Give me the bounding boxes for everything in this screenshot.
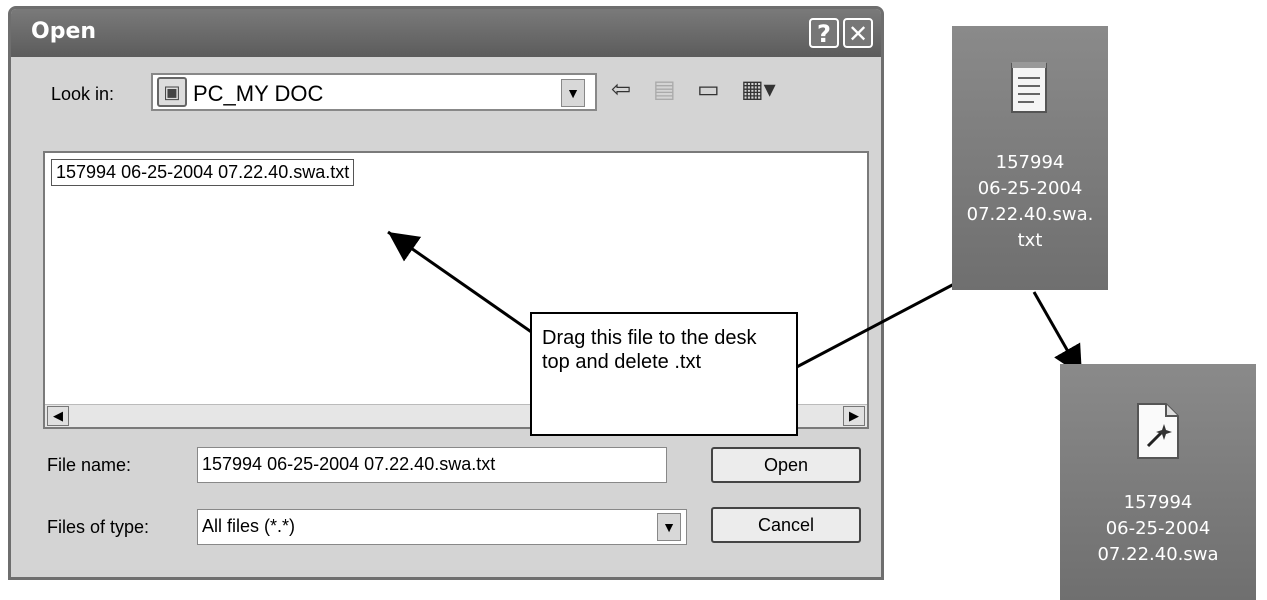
label-line: 157994	[995, 152, 1065, 173]
label-line: 06-25-2004	[1105, 518, 1211, 539]
label-line: txt	[1017, 230, 1043, 251]
notepad-icon	[1011, 62, 1047, 113]
line-to-desktop	[771, 280, 959, 382]
label-line: 07.22.40.swa.	[966, 204, 1094, 225]
annotation-callout: Drag this file to the desk top and delet…	[530, 312, 798, 436]
unknown-file-icon	[1137, 403, 1179, 459]
desktop-icon-swa[interactable]: 157994 06-25-2004 07.22.40.swa	[1060, 364, 1256, 600]
label-line: 157994	[1123, 492, 1193, 513]
desktop-icon-txt[interactable]: 157994 06-25-2004 07.22.40.swa. txt	[952, 26, 1108, 290]
desktop-icon-label: 157994 06-25-2004 07.22.40.swa	[1060, 490, 1256, 568]
desktop-icon-label: 157994 06-25-2004 07.22.40.swa. txt	[952, 150, 1108, 254]
label-line: 06-25-2004	[977, 178, 1083, 199]
label-line: 07.22.40.swa	[1097, 544, 1219, 565]
arrow-to-file	[387, 230, 541, 340]
